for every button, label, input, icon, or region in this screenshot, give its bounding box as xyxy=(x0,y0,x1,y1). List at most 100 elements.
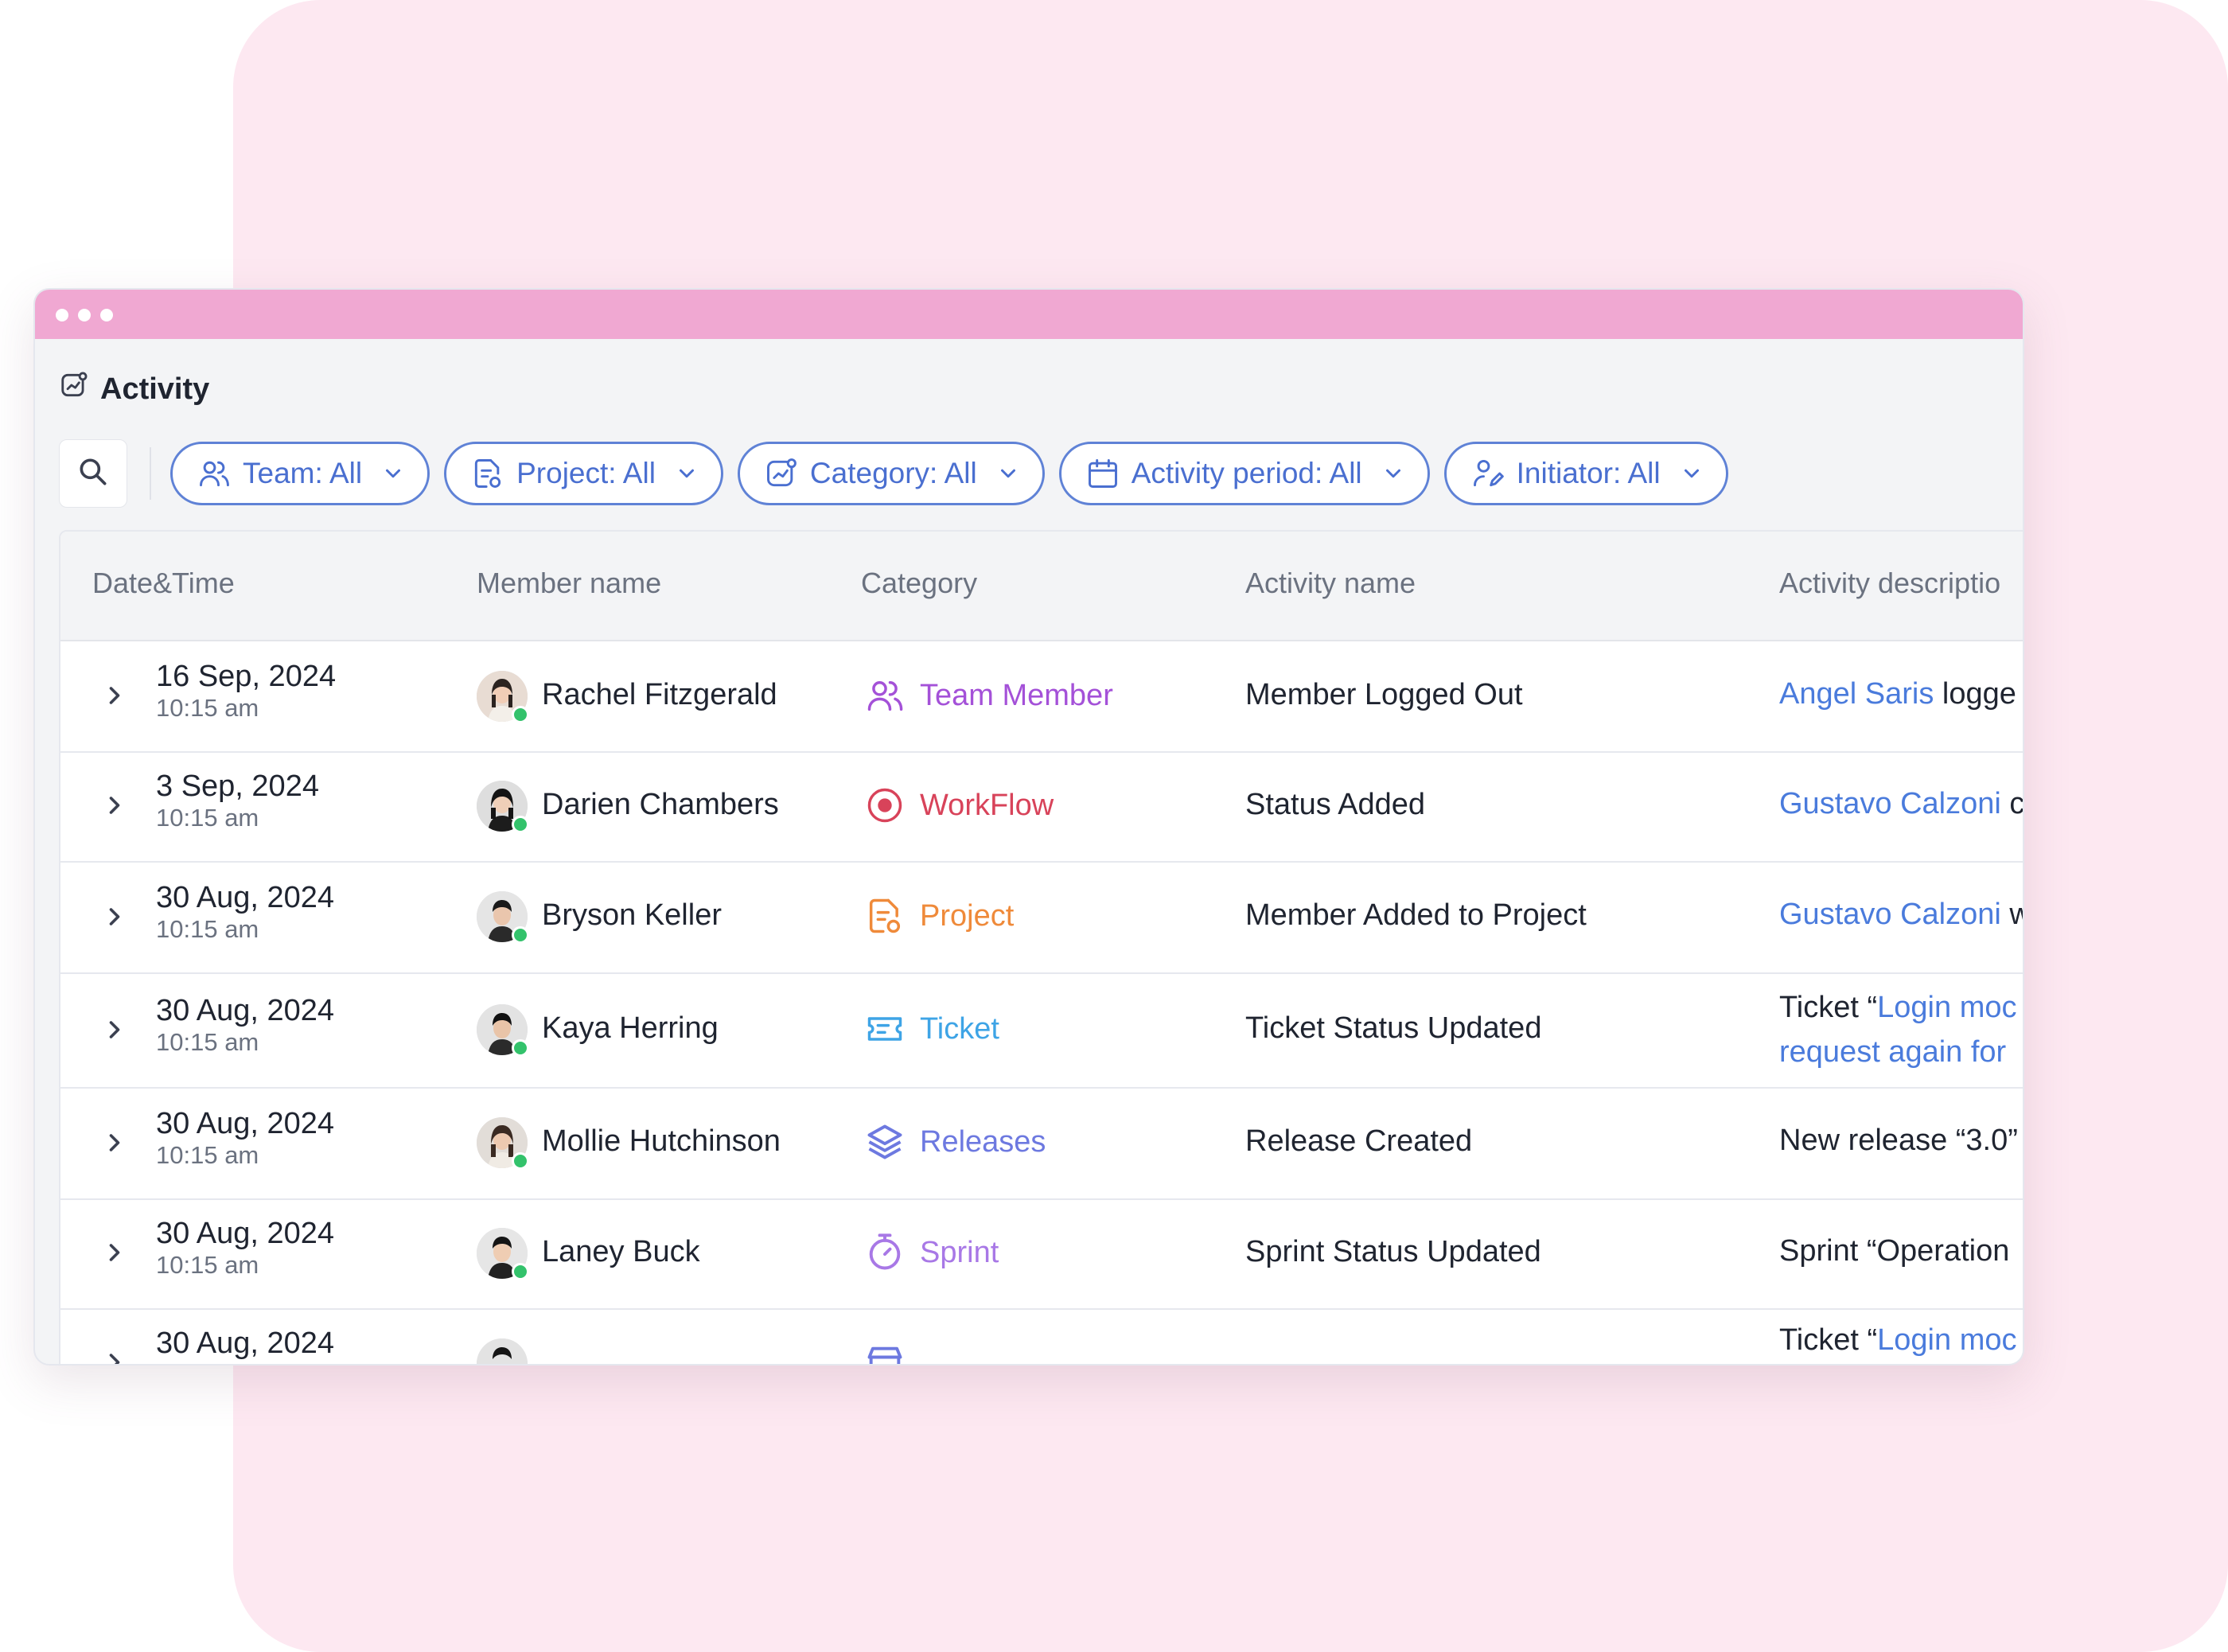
search-button[interactable] xyxy=(59,439,127,508)
date-text: 30 Aug, 2024 xyxy=(156,1327,334,1360)
description-text: New release “3.0” xyxy=(1779,1124,2018,1157)
online-status-dot xyxy=(512,1039,529,1057)
avatar[interactable] xyxy=(477,1117,529,1170)
window-dot[interactable] xyxy=(78,309,91,321)
activity-period-filter[interactable]: Activity period: All xyxy=(1058,442,1430,505)
time-text: 10:15 am xyxy=(156,694,259,722)
online-status-dot xyxy=(512,816,529,833)
description-text: Ticket “ xyxy=(1779,1323,1878,1357)
column-header-category[interactable]: Category xyxy=(861,567,977,600)
avatar[interactable] xyxy=(477,781,529,833)
member-name[interactable]: Rachel Fitzgerald xyxy=(542,678,777,712)
datetime-cell: 16 Sep, 2024 10:15 am xyxy=(156,659,336,723)
date-text: 30 Aug, 2024 xyxy=(156,1217,334,1250)
category-cell: WorkFlow xyxy=(864,785,1054,826)
datetime-cell: 30 Aug, 2024 xyxy=(156,1326,334,1361)
category-cell: Team Member xyxy=(864,675,1113,716)
member-name[interactable]: Kaya Herring xyxy=(542,1011,719,1046)
member-name[interactable]: Bryson Keller xyxy=(542,898,722,933)
team-member-icon xyxy=(864,675,906,716)
time-text: 10:15 am xyxy=(156,915,259,943)
time-text: 10:15 am xyxy=(156,1028,259,1056)
table-row[interactable]: 30 Aug, 2024 10:15 am Bryson Keller Proj… xyxy=(60,861,2023,974)
member-name[interactable]: Mollie Hutchinson xyxy=(542,1124,781,1159)
ticket-icon xyxy=(864,1008,906,1050)
activity-name: Member Logged Out xyxy=(1245,678,1523,711)
avatar[interactable] xyxy=(477,1004,529,1057)
chevron-right-icon[interactable] xyxy=(100,1348,129,1364)
description-link[interactable]: Gustavo Calzoni xyxy=(1779,787,2001,820)
date-text: 30 Aug, 2024 xyxy=(156,881,334,914)
activity-description: Gustavo Calzoni w xyxy=(1779,892,2023,937)
project-filter[interactable]: Project: All xyxy=(444,442,723,505)
stopwatch-icon xyxy=(864,1232,906,1273)
category-cell: Sprint xyxy=(864,1232,999,1273)
archive-icon xyxy=(864,1342,906,1364)
avatar[interactable] xyxy=(477,1228,529,1280)
window-dot[interactable] xyxy=(100,309,113,321)
chevron-right-icon[interactable] xyxy=(100,1015,129,1044)
column-header-datetime[interactable]: Date&Time xyxy=(92,567,235,600)
member-name[interactable]: Laney Buck xyxy=(542,1235,700,1269)
category-cell xyxy=(864,1342,906,1364)
description-link[interactable]: Login moc xyxy=(1877,991,2016,1024)
description-link[interactable]: Angel Saris xyxy=(1779,677,1934,711)
chevron-down-icon xyxy=(1373,462,1405,485)
table-row[interactable]: 30 Aug, 2024 10:15 am Kaya Herring Ticke… xyxy=(60,972,2023,1089)
workflow-icon xyxy=(864,785,906,826)
avatar[interactable] xyxy=(477,891,529,944)
table-row[interactable]: 30 Aug, 2024 10:15 am Laney Buck Sprint … xyxy=(60,1198,2023,1310)
column-header-description[interactable]: Activity descriptio xyxy=(1779,567,2000,600)
activity-icon xyxy=(764,456,799,491)
activity-description: New release “3.0” xyxy=(1779,1118,2018,1163)
category-cell: Releases xyxy=(864,1121,1046,1163)
avatar[interactable] xyxy=(477,1338,528,1364)
initiator-filter-label: Initiator: All xyxy=(1516,457,1661,489)
description-text: Ticket “ xyxy=(1779,991,1878,1024)
activity-description: Gustavo Calzoni c xyxy=(1779,781,2023,826)
window-titlebar xyxy=(35,290,2023,339)
datetime-cell: 30 Aug, 2024 10:15 am xyxy=(156,1106,334,1170)
column-header-activity[interactable]: Activity name xyxy=(1245,567,1416,600)
chevron-right-icon[interactable] xyxy=(100,681,129,710)
layers-icon xyxy=(864,1121,906,1163)
user-edit-icon xyxy=(1470,456,1505,491)
team-filter[interactable]: Team: All xyxy=(170,442,430,505)
initiator-filter[interactable]: Initiator: All xyxy=(1443,442,1728,505)
column-header-member[interactable]: Member name xyxy=(477,567,661,600)
table-row[interactable]: 16 Sep, 2024 10:15 am Rachel Fitzgerald … xyxy=(60,641,2023,753)
chevron-right-icon[interactable] xyxy=(100,791,129,820)
chevron-down-icon xyxy=(1672,462,1704,485)
window-dot[interactable] xyxy=(56,309,68,321)
chevron-right-icon[interactable] xyxy=(100,1238,129,1267)
activity-description: Ticket “Login moc request again for xyxy=(1779,985,2016,1074)
activity-icon xyxy=(59,370,89,408)
activity-name: Status Added xyxy=(1245,788,1426,821)
description-text: Sprint “Operation xyxy=(1779,1234,2010,1268)
activity-name: Ticket Status Updated xyxy=(1245,1011,1542,1045)
table-row[interactable]: 30 Aug, 2024 10:15 am Mollie Hutchinson … xyxy=(60,1087,2023,1200)
project-filter-label: Project: All xyxy=(516,457,656,489)
chevron-down-icon xyxy=(988,462,1020,485)
online-status-dot xyxy=(512,1263,529,1280)
chevron-down-icon xyxy=(667,462,699,485)
datetime-cell: 30 Aug, 2024 10:15 am xyxy=(156,993,334,1057)
table-row[interactable]: 3 Sep, 2024 10:15 am Darien Chambers Wor… xyxy=(60,751,2023,863)
description-link-continued[interactable]: request again for xyxy=(1779,1030,2016,1074)
description-link[interactable]: Login moc xyxy=(1877,1323,2016,1357)
project-icon xyxy=(864,895,906,937)
table-row[interactable]: 30 Aug, 2024 Ticket “Login moc xyxy=(60,1308,2023,1364)
date-text: 16 Sep, 2024 xyxy=(156,660,337,693)
activity-period-filter-label: Activity period: All xyxy=(1131,457,1362,489)
category-label: Sprint xyxy=(920,1235,999,1269)
date-text: 3 Sep, 2024 xyxy=(156,770,319,803)
avatar[interactable] xyxy=(477,671,529,723)
category-label: Releases xyxy=(920,1124,1046,1159)
description-link[interactable]: Gustavo Calzoni xyxy=(1779,898,2001,931)
chevron-right-icon[interactable] xyxy=(100,1128,129,1157)
chevron-right-icon[interactable] xyxy=(100,902,129,931)
member-name[interactable]: Darien Chambers xyxy=(542,788,779,822)
datetime-cell: 3 Sep, 2024 10:15 am xyxy=(156,769,319,832)
category-filter[interactable]: Category: All xyxy=(737,442,1045,505)
activity-name: Release Created xyxy=(1245,1124,1473,1158)
